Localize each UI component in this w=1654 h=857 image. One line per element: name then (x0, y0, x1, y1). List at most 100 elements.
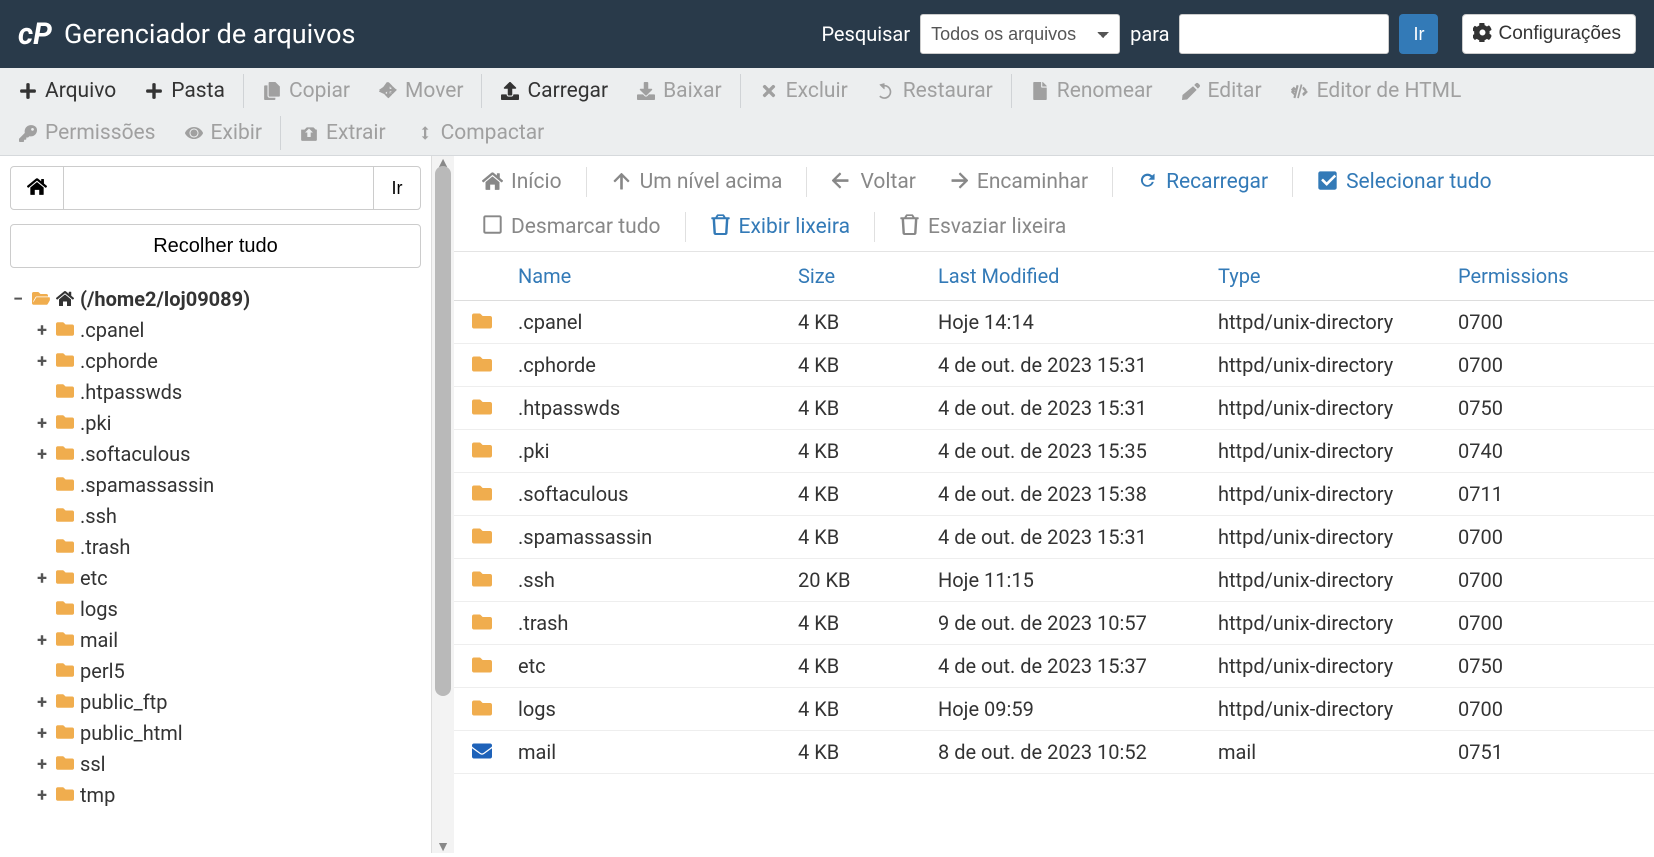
empty-trash-button[interactable]: Esvaziar lixeira (885, 208, 1080, 244)
col-type[interactable]: Type (1206, 252, 1446, 301)
deselect-all-button[interactable]: Desmarcar tudo (468, 208, 675, 244)
table-row[interactable]: .ssh 20 KB Hoje 11:15 httpd/unix-directo… (454, 558, 1654, 601)
expand-toggle[interactable]: + (34, 439, 50, 470)
copy-button[interactable]: Copiar (248, 71, 364, 111)
view-trash-button[interactable]: Exibir lixeira (696, 208, 864, 244)
tree-node[interactable]: .htpasswds (34, 377, 421, 408)
table-row[interactable]: .trash 4 KB 9 de out. de 2023 10:57 http… (454, 601, 1654, 644)
tree-node[interactable]: + public_ftp (34, 687, 421, 718)
tree-node[interactable]: + mail (34, 625, 421, 656)
vertical-scrollbar[interactable]: ▲ ▼ (432, 156, 454, 853)
nav-label: Voltar (860, 170, 915, 194)
cell-size: 4 KB (786, 730, 926, 773)
tree-node[interactable]: + public_html (34, 718, 421, 749)
path-home-button[interactable] (10, 166, 64, 210)
expand-toggle[interactable]: + (34, 563, 50, 594)
expand-toggle[interactable]: + (34, 315, 50, 346)
expand-toggle[interactable] (34, 501, 50, 532)
search-scope-select[interactable]: Todos os arquivos (920, 14, 1120, 54)
undo-icon (876, 82, 896, 100)
expand-toggle[interactable] (34, 594, 50, 625)
nav-reload-button[interactable]: Recarregar (1123, 164, 1282, 200)
expand-toggle[interactable]: + (34, 749, 50, 780)
expand-toggle[interactable] (34, 470, 50, 501)
tree-node[interactable]: + .softaculous (34, 439, 421, 470)
tree-node[interactable]: + .pki (34, 408, 421, 439)
col-permissions[interactable]: Permissions (1446, 252, 1654, 301)
tree-node[interactable]: + tmp (34, 780, 421, 811)
table-row[interactable]: mail 4 KB 8 de out. de 2023 10:52 mail 0… (454, 730, 1654, 773)
col-size[interactable]: Size (786, 252, 926, 301)
table-row[interactable]: .cpanel 4 KB Hoje 14:14 httpd/unix-direc… (454, 300, 1654, 343)
expand-toggle[interactable]: + (34, 408, 50, 439)
restore-button[interactable]: Restaurar (862, 71, 1007, 111)
tree-node[interactable]: .trash (34, 532, 421, 563)
path-input[interactable] (64, 166, 373, 210)
collapse-all-button[interactable]: Recolher tudo (10, 224, 421, 268)
tree-root-label: (/home2/loj09089) (80, 284, 250, 315)
table-row[interactable]: logs 4 KB Hoje 09:59 httpd/unix-director… (454, 687, 1654, 730)
tree-node[interactable]: + .cphorde (34, 346, 421, 377)
tree-root-node[interactable]: − (/home2/loj09089) (10, 284, 421, 315)
col-modified[interactable]: Last Modified (926, 252, 1206, 301)
file-nav-bar: Início Um nível acima Voltar Encaminhar … (454, 156, 1654, 252)
expand-toggle[interactable]: + (34, 625, 50, 656)
table-row[interactable]: etc 4 KB 4 de out. de 2023 15:37 httpd/u… (454, 644, 1654, 687)
cell-size: 4 KB (786, 386, 926, 429)
code-icon (1290, 82, 1310, 100)
file-table-wrapper: Name Size Last Modified Type Permissions… (454, 252, 1654, 853)
expand-toggle[interactable]: + (34, 718, 50, 749)
tree-node[interactable]: perl5 (34, 656, 421, 687)
compress-button[interactable]: Compactar (400, 113, 559, 153)
expand-toggle[interactable] (34, 656, 50, 687)
nav-forward-button[interactable]: Encaminhar (934, 164, 1102, 200)
new-folder-button[interactable]: Pasta (130, 71, 239, 111)
table-row[interactable]: .cphorde 4 KB 4 de out. de 2023 15:31 ht… (454, 343, 1654, 386)
upload-icon (500, 82, 520, 100)
tree-node[interactable]: + etc (34, 563, 421, 594)
tree-node[interactable]: .ssh (34, 501, 421, 532)
delete-button[interactable]: Excluir (745, 71, 862, 111)
app-title: Gerenciador de arquivos (64, 18, 356, 50)
expand-toggle[interactable] (34, 532, 50, 563)
edit-button[interactable]: Editar (1167, 71, 1276, 111)
search-go-button[interactable]: Ir (1399, 14, 1438, 54)
tree-node[interactable]: .spamassassin (34, 470, 421, 501)
tree-node[interactable]: logs (34, 594, 421, 625)
folder-icon (56, 532, 74, 563)
path-go-button[interactable]: Ir (373, 166, 421, 210)
table-row[interactable]: .softaculous 4 KB 4 de out. de 2023 15:3… (454, 472, 1654, 515)
search-input[interactable] (1179, 14, 1389, 54)
select-all-button[interactable]: Selecionar tudo (1303, 164, 1506, 200)
settings-button[interactable]: Configurações (1462, 14, 1636, 54)
permissions-button[interactable]: Permissões (4, 113, 170, 153)
folder-icon (472, 396, 494, 420)
upload-button[interactable]: Carregar (486, 71, 622, 111)
table-row[interactable]: .pki 4 KB 4 de out. de 2023 15:35 httpd/… (454, 429, 1654, 472)
expand-toggle[interactable]: + (34, 780, 50, 811)
nav-home-button[interactable]: Início (468, 164, 576, 200)
table-row[interactable]: .htpasswds 4 KB 4 de out. de 2023 15:31 … (454, 386, 1654, 429)
expand-toggle[interactable] (34, 377, 50, 408)
view-button[interactable]: Exibir (170, 113, 276, 153)
scroll-thumb[interactable] (435, 166, 451, 696)
move-button[interactable]: Mover (364, 71, 477, 111)
collapse-toggle[interactable]: − (10, 284, 26, 315)
expand-toggle[interactable]: + (34, 346, 50, 377)
html-editor-button[interactable]: Editor de HTML (1276, 71, 1476, 111)
tree-node[interactable]: + .cpanel (34, 315, 421, 346)
scroll-down-icon[interactable]: ▼ (432, 838, 454, 855)
extract-button[interactable]: Extrair (285, 113, 400, 153)
cell-modified: Hoje 09:59 (926, 687, 1206, 730)
tree-node[interactable]: + ssl (34, 749, 421, 780)
nav-back-button[interactable]: Voltar (817, 164, 929, 200)
nav-up-button[interactable]: Um nível acima (597, 164, 797, 200)
tree-node-label: mail (80, 625, 118, 656)
table-row[interactable]: .spamassassin 4 KB 4 de out. de 2023 15:… (454, 515, 1654, 558)
rename-button[interactable]: Renomear (1016, 71, 1167, 111)
nav-divider (685, 212, 686, 242)
col-name[interactable]: Name (506, 252, 786, 301)
download-button[interactable]: Baixar (622, 71, 736, 111)
new-file-button[interactable]: Arquivo (4, 71, 130, 111)
expand-toggle[interactable]: + (34, 687, 50, 718)
